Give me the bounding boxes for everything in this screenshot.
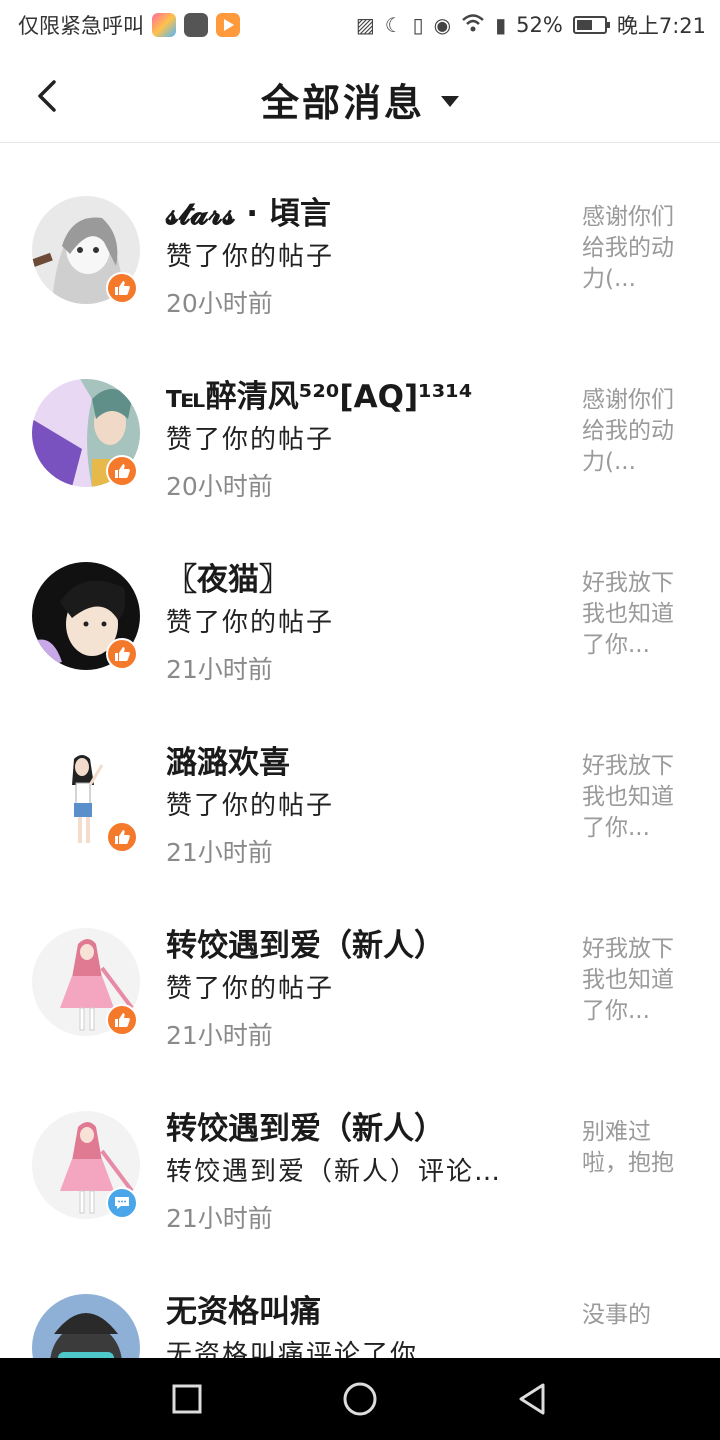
battery-icon xyxy=(572,16,610,34)
wifi-icon xyxy=(461,13,485,38)
like-badge xyxy=(106,272,138,304)
thumbs-up-icon xyxy=(115,464,130,478)
vibrate-icon: ▯ xyxy=(412,13,424,37)
top-bar: 全部消息 xyxy=(0,50,720,143)
list-item[interactable]: 转饺遇到爱（新人） 转饺遇到爱（新人）评论… 21小时前 别难过啦，抱抱 xyxy=(0,1059,720,1242)
thumbs-up-icon xyxy=(115,830,130,844)
timestamp: 21小时前 xyxy=(166,655,273,684)
timestamp: 21小时前 xyxy=(166,1204,273,1233)
thumbs-up-icon xyxy=(115,281,130,295)
sender-name: 无资格叫痛 xyxy=(166,1294,321,1330)
system-nav-bar xyxy=(0,1358,720,1440)
system-back-button[interactable] xyxy=(509,1375,557,1423)
sender-name: 𝓼𝓽𝓪𝓻𝓼 · 頃言 xyxy=(166,196,331,232)
eye-icon: ◉ xyxy=(433,13,452,37)
post-preview: 好我放下我也知道了你... xyxy=(582,753,674,841)
timestamp: 21小时前 xyxy=(166,1021,273,1050)
caret-down-icon xyxy=(441,96,459,107)
message-list[interactable]: 𝓼𝓽𝓪𝓻𝓼 · 頃言 赞了你的帖子 20小时前 感谢你们给我的动力(... ℡醉… xyxy=(0,144,720,1358)
huawei-app-icon xyxy=(184,13,208,37)
timestamp: 21小时前 xyxy=(166,838,273,867)
recent-apps-icon xyxy=(172,1384,202,1414)
list-item[interactable]: 转饺遇到爱（新人） 赞了你的帖子 21小时前 好我放下我也知道了你... xyxy=(0,876,720,1059)
like-badge xyxy=(106,1004,138,1036)
gallery-app-icon xyxy=(152,13,176,37)
list-item[interactable]: 〖夜猫〗 赞了你的帖子 21小时前 好我放下我也知道了你... xyxy=(0,510,720,693)
sender-name: ℡醉清风⁵²⁰[AQ]¹³¹⁴ xyxy=(166,379,473,415)
chat-bubble-icon xyxy=(115,1197,129,1209)
like-badge xyxy=(106,455,138,487)
post-preview: 好我放下我也知道了你... xyxy=(582,936,674,1024)
sender-name: 潞潞欢喜 xyxy=(166,745,290,781)
clock: 晚上7:21 xyxy=(616,14,706,38)
action-text: 赞了你的帖子 xyxy=(166,974,335,1004)
action-text: 赞了你的帖子 xyxy=(166,608,335,638)
action-text: 无资格叫痛评论了你 xyxy=(166,1340,419,1358)
sender-name: 转饺遇到爱（新人） xyxy=(166,928,445,964)
post-preview: 没事的 xyxy=(582,1302,651,1328)
carrier-text: 仅限紧急呼叫 xyxy=(18,14,144,38)
action-text: 赞了你的帖子 xyxy=(166,242,335,272)
list-item[interactable]: 无资格叫痛 无资格叫痛评论了你 没事的 xyxy=(0,1242,720,1358)
avatar[interactable] xyxy=(32,1294,140,1358)
recent-apps-button[interactable] xyxy=(163,1375,211,1423)
thumbs-up-icon xyxy=(115,647,130,661)
page-title: 全部消息 xyxy=(260,81,425,125)
video-app-icon xyxy=(216,13,240,37)
like-badge xyxy=(106,638,138,670)
thumbs-up-icon xyxy=(115,1013,130,1027)
home-icon xyxy=(343,1382,377,1416)
post-preview: 感谢你们给我的动力(... xyxy=(582,204,674,292)
sender-name: 〖夜猫〗 xyxy=(166,562,290,598)
post-preview: 感谢你们给我的动力(... xyxy=(582,387,674,475)
status-bar: 仅限紧急呼叫 ▨ ☾ ▯ ◉ ▮ 52% 晚上7:21 xyxy=(0,0,720,50)
list-item[interactable]: ℡醉清风⁵²⁰[AQ]¹³¹⁴ 赞了你的帖子 20小时前 感谢你们给我的动力(.… xyxy=(0,327,720,510)
home-button[interactable] xyxy=(336,1375,384,1423)
sender-name: 转饺遇到爱（新人） xyxy=(166,1111,445,1147)
action-text: 转饺遇到爱（新人）评论… xyxy=(166,1157,503,1187)
filter-dropdown[interactable]: 全部消息 xyxy=(0,72,720,127)
battery-percent: 52% xyxy=(516,13,563,37)
sim-off-icon: ▨ xyxy=(355,13,375,37)
moon-icon: ☾ xyxy=(384,13,403,37)
back-triangle-icon xyxy=(519,1383,545,1415)
timestamp: 20小时前 xyxy=(166,289,273,318)
action-text: 赞了你的帖子 xyxy=(166,425,335,455)
post-preview: 好我放下我也知道了你... xyxy=(582,570,674,658)
battery-alert-icon: ▮ xyxy=(495,13,507,37)
list-item[interactable]: 𝓼𝓽𝓪𝓻𝓼 · 頃言 赞了你的帖子 20小时前 感谢你们给我的动力(... xyxy=(0,144,720,327)
post-preview: 别难过啦，抱抱 xyxy=(582,1119,674,1176)
list-item[interactable]: 潞潞欢喜 赞了你的帖子 21小时前 好我放下我也知道了你... xyxy=(0,693,720,876)
timestamp: 20小时前 xyxy=(166,472,273,501)
action-text: 赞了你的帖子 xyxy=(166,791,335,821)
comment-badge xyxy=(106,1187,138,1219)
like-badge xyxy=(106,821,138,853)
